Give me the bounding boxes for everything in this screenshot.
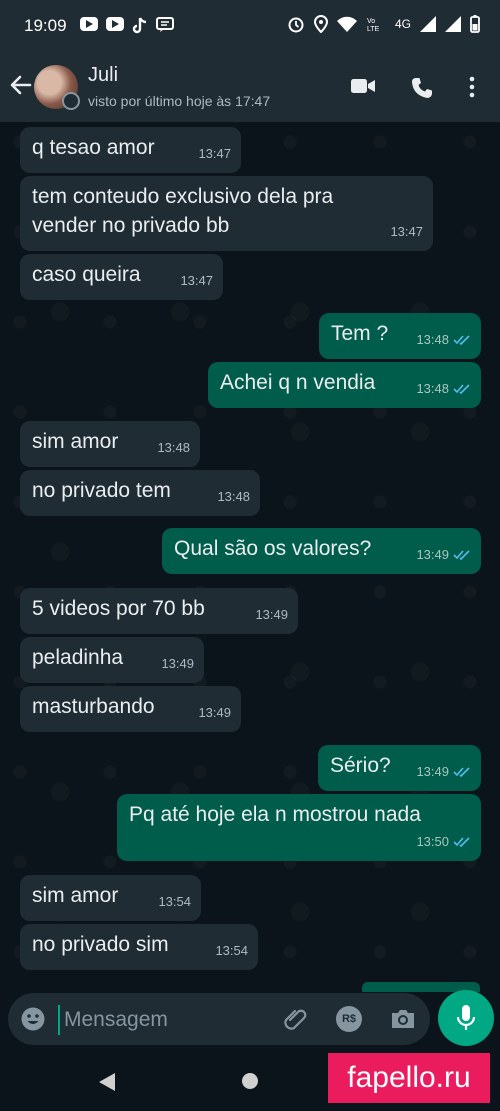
- volte-icon: VoLTE: [367, 18, 380, 32]
- more-options-icon[interactable]: [468, 76, 476, 98]
- chat-header: Juli visto por último hoje às 17:47: [0, 52, 500, 122]
- signal-icon: [420, 16, 436, 32]
- incoming-message[interactable]: caso queira 13:47: [20, 254, 223, 300]
- youtube-icon: [106, 17, 124, 31]
- voice-record-button[interactable]: [438, 990, 494, 1046]
- attach-icon[interactable]: [282, 1006, 308, 1032]
- system-icons: Vo LTE 4G: [287, 15, 480, 33]
- read-ticks-icon: [453, 384, 470, 394]
- youtube-icon: [80, 17, 98, 31]
- status-bar: 19:09 Vo LTE 4G: [0, 0, 500, 52]
- alarm-icon: [288, 17, 304, 33]
- message-composer: R$: [8, 993, 430, 1045]
- nav-home-icon[interactable]: [242, 1073, 258, 1089]
- message-time: 13:49: [416, 764, 449, 779]
- svg-text:Vo: Vo: [367, 18, 375, 25]
- message-time: 13:47: [198, 146, 231, 161]
- outgoing-message[interactable]: Qual são os valores? 13:49: [162, 528, 481, 574]
- message-time: 13:54: [158, 894, 191, 909]
- back-arrow-icon[interactable]: [8, 72, 34, 98]
- message-time: 13:49: [255, 607, 288, 622]
- outgoing-message[interactable]: Sério? 13:49: [318, 745, 481, 791]
- incoming-message[interactable]: sim amor 13:48: [20, 421, 200, 467]
- phone-call-icon[interactable]: [410, 76, 434, 100]
- message-time: 13:49: [161, 656, 194, 671]
- incoming-message[interactable]: q tesao amor 13:47: [20, 127, 241, 173]
- emoji-icon[interactable]: [20, 1006, 46, 1032]
- message-time: 13:48: [416, 332, 449, 347]
- incoming-message[interactable]: no privado tem 13:48: [20, 470, 260, 516]
- status-ring-icon: [62, 92, 80, 110]
- read-ticks-icon: [453, 335, 470, 345]
- message-time: 13:47: [390, 224, 423, 239]
- message-icon: [156, 17, 174, 40]
- last-seen-status: visto por último hoje às 17:47: [88, 93, 271, 109]
- incoming-message[interactable]: sim amor 13:54: [20, 875, 201, 921]
- location-icon: [313, 15, 328, 33]
- incoming-message[interactable]: no privado sim 13:54: [20, 924, 258, 970]
- payment-icon[interactable]: R$: [336, 1006, 362, 1032]
- message-input[interactable]: [58, 1005, 276, 1035]
- nav-back-icon[interactable]: [98, 1072, 116, 1092]
- read-ticks-icon: [453, 550, 470, 560]
- message-time: 13:48: [157, 440, 190, 455]
- watermark-logo: fapello.ru: [328, 1053, 490, 1103]
- status-time: 19:09: [24, 16, 67, 35]
- svg-text:LTE: LTE: [367, 26, 380, 32]
- tiktok-icon: [132, 17, 148, 40]
- contact-name[interactable]: Juli: [88, 64, 118, 87]
- incoming-message[interactable]: 5 videos por 70 bb 13:49: [20, 588, 298, 634]
- wifi-icon: [336, 16, 357, 32]
- read-ticks-icon: [453, 767, 470, 777]
- outgoing-message[interactable]: Pq até hoje ela n mostrou nada 13:50: [117, 794, 481, 861]
- outgoing-message[interactable]: Tem ? 13:48: [319, 313, 481, 359]
- incoming-message[interactable]: peladinha 13:49: [20, 637, 204, 683]
- message-time: 13:47: [180, 273, 213, 288]
- outgoing-message[interactable]: Achei q n vendia 13:48: [208, 362, 481, 408]
- incoming-message[interactable]: tem conteudo exclusivo dela pra vender n…: [20, 176, 433, 251]
- notification-icons: [80, 17, 174, 40]
- read-ticks-icon: [453, 837, 470, 847]
- message-time: 13:48: [416, 381, 449, 396]
- camera-icon[interactable]: [389, 1006, 417, 1032]
- message-time: 13:49: [416, 547, 449, 562]
- signal-icon: [445, 16, 461, 32]
- message-time: 13:50: [416, 834, 449, 849]
- network-type: 4G: [394, 17, 411, 31]
- incoming-message[interactable]: masturbando 13:49: [20, 686, 241, 732]
- message-time: 13:49: [198, 705, 231, 720]
- microphone-icon: [456, 1005, 476, 1030]
- message-time: 13:48: [217, 489, 250, 504]
- video-call-icon[interactable]: [350, 76, 376, 96]
- message-time: 13:54: [215, 943, 248, 958]
- battery-icon: [470, 15, 480, 33]
- message-list[interactable]: q tesao amor 13:47 tem conteudo exclusiv…: [0, 122, 500, 992]
